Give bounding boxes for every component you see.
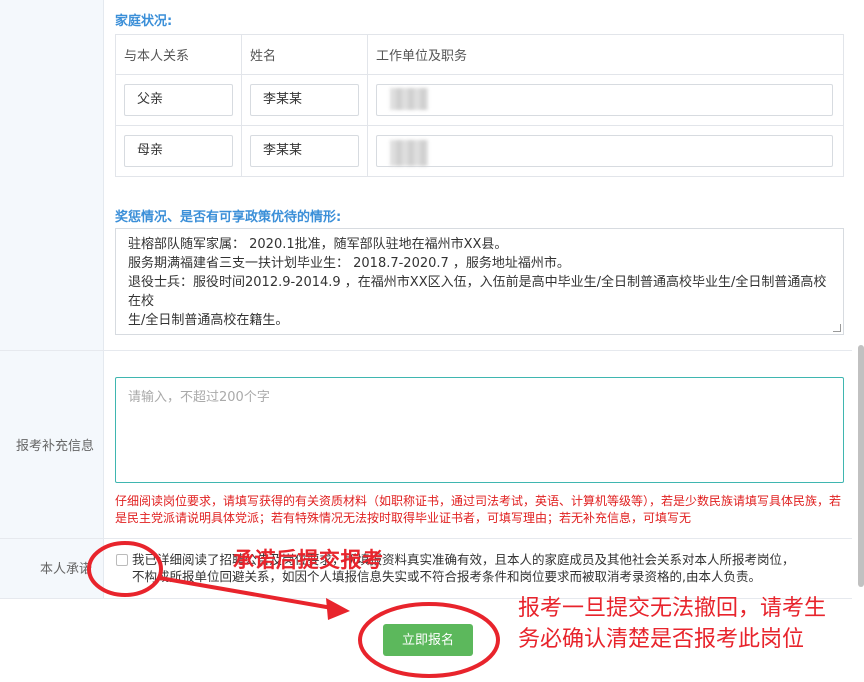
awards-line: 服务期满福建省三支一扶计划毕业生： 2018.7-2020.7 ，服务地址福州市… bbox=[128, 256, 570, 271]
father-work-input[interactable] bbox=[376, 84, 833, 116]
mother-relation-input[interactable]: 母亲 bbox=[124, 135, 233, 167]
awards-line: 驻榕部队随军家属： 2020.1批准，随军部队驻地在福州市XX县。 bbox=[128, 237, 508, 252]
mother-work-input[interactable] bbox=[376, 135, 833, 167]
awards-line: 退役士兵：服役时间2012.9-2014.9 ，在福州市XX区入伍，入伍前是高中… bbox=[128, 275, 827, 309]
redacted-blur bbox=[390, 88, 428, 110]
table-row: 母亲 李某某 bbox=[115, 125, 844, 177]
awards-line: 生/全日制普通高校在籍生。 bbox=[128, 313, 289, 328]
header-work-unit: 工作单位及职务 bbox=[367, 34, 844, 75]
awards-textarea[interactable]: 驻榕部队随军家属： 2020.1批准，随军部队驻地在福州市XX县。 服务期满福建… bbox=[115, 228, 844, 335]
resize-grip-icon[interactable] bbox=[833, 324, 841, 332]
promise-label: 本人承诺 bbox=[40, 562, 93, 577]
table-row: 父亲 李某某 bbox=[115, 74, 844, 126]
redacted-blur bbox=[390, 140, 428, 166]
promise-checkbox[interactable] bbox=[116, 554, 128, 566]
row-divider bbox=[0, 538, 852, 539]
scrollbar-thumb[interactable] bbox=[858, 345, 864, 587]
supplement-label: 报考补充信息 bbox=[16, 439, 95, 454]
annotation-warning-line: 务必确认清楚是否报考此岗位 bbox=[518, 627, 805, 652]
submit-button[interactable]: 立即报名 bbox=[383, 624, 473, 656]
annotation-warning: 报考一旦提交无法撤回，请考生 务必确认清楚是否报考此岗位 bbox=[518, 593, 858, 655]
supplement-textarea[interactable]: 请输入，不超过200个字 bbox=[115, 377, 844, 483]
mother-name-input[interactable]: 李某某 bbox=[250, 135, 359, 167]
arrow-head-icon bbox=[326, 598, 350, 620]
annotation-warning-line: 报考一旦提交无法撤回，请考生 bbox=[518, 596, 827, 621]
header-relation: 与本人关系 bbox=[115, 34, 242, 75]
family-section-title: 家庭状况: bbox=[115, 14, 173, 29]
supplement-hint: 仔细阅读岗位要求，请填写获得的有关资质材料（如职称证书，通过司法考试，英语、计算… bbox=[115, 494, 842, 525]
supplement-placeholder: 请输入，不超过200个字 bbox=[128, 390, 270, 405]
header-name: 姓名 bbox=[241, 34, 368, 75]
row-divider bbox=[0, 350, 852, 351]
annotation-promise-note: 承诺后提交报考 bbox=[233, 548, 384, 572]
form-label-column bbox=[0, 0, 104, 598]
awards-section-title: 奖惩情况、是否有可享政策优待的情形: bbox=[115, 210, 342, 225]
family-table-header: 与本人关系 姓名 工作单位及职务 bbox=[115, 34, 844, 75]
father-relation-input[interactable]: 父亲 bbox=[124, 84, 233, 116]
family-table: 与本人关系 姓名 工作单位及职务 父亲 李某某 母亲 李某某 bbox=[115, 34, 844, 177]
father-name-input[interactable]: 李某某 bbox=[250, 84, 359, 116]
